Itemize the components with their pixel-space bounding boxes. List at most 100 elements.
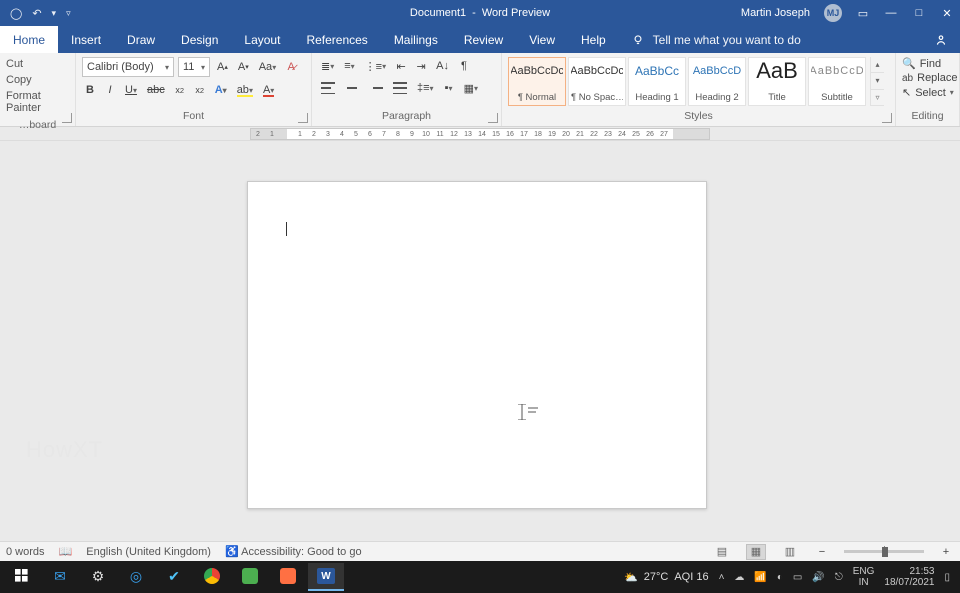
styles-dialog-launcher-icon[interactable]	[882, 113, 892, 123]
style-heading-2[interactable]: AaBbCcDHeading 2	[688, 57, 746, 106]
sort-button[interactable]: A↓	[433, 57, 452, 75]
shading-button[interactable]: ▪▾	[441, 79, 457, 97]
tray-notifications-icon[interactable]: ▯	[944, 572, 950, 583]
tell-me-search[interactable]: Tell me what you want to do	[631, 26, 801, 53]
zoom-slider[interactable]	[844, 550, 924, 553]
tab-design[interactable]: Design	[168, 26, 231, 53]
qat-more-icon[interactable]: ▾	[52, 8, 57, 19]
clear-formatting-button[interactable]: A̷	[283, 58, 299, 76]
find-button[interactable]: 🔍Find	[902, 57, 953, 70]
taskbar-app2-icon[interactable]	[270, 563, 306, 591]
taskbar-app1-icon[interactable]	[232, 563, 268, 591]
horizontal-ruler[interactable]: 2112345678910111213141516171819202122232…	[0, 127, 960, 141]
bullets-button[interactable]: ≣▾	[318, 57, 337, 75]
tray-wifi-icon[interactable]: 📶	[754, 572, 766, 583]
copy-button[interactable]: Copy	[6, 73, 69, 87]
tray-battery-icon[interactable]: ▭	[793, 572, 802, 583]
user-name[interactable]: Martin Joseph	[741, 7, 810, 19]
style--no-spac-[interactable]: AaBbCcDc¶ No Spac…	[568, 57, 626, 106]
maximize-icon[interactable]: □	[912, 7, 926, 19]
bold-button[interactable]: B	[82, 81, 98, 99]
page[interactable]	[247, 181, 707, 509]
start-button[interactable]	[4, 563, 40, 591]
borders-button[interactable]: ▦▾	[461, 79, 481, 97]
tab-references[interactable]: References	[293, 26, 380, 53]
paragraph-dialog-launcher-icon[interactable]	[488, 113, 498, 123]
tab-mailings[interactable]: Mailings	[381, 26, 451, 53]
align-center-button[interactable]	[342, 79, 362, 97]
decrease-indent-button[interactable]: ⇤	[393, 57, 409, 75]
tab-help[interactable]: Help	[568, 26, 619, 53]
style-title[interactable]: AaBTitle	[748, 57, 806, 106]
taskbar-weather[interactable]: ⛅ 27°C AQI 16	[624, 571, 709, 584]
style--normal[interactable]: AaBbCcDc¶ Normal	[508, 57, 566, 106]
tab-review[interactable]: Review	[451, 26, 516, 53]
print-layout-button[interactable]: ▦	[746, 544, 766, 560]
tray-clock[interactable]: 21:5318/07/2021	[884, 566, 934, 589]
strikethrough-button[interactable]: abc	[144, 81, 168, 99]
styles-scroll[interactable]: ▴▾▿	[870, 57, 884, 106]
shrink-font-button[interactable]: A▾	[235, 58, 252, 76]
line-spacing-button[interactable]: ‡≡▾	[414, 79, 437, 97]
taskbar-mail-icon[interactable]: ✉	[42, 563, 78, 591]
taskbar-edge-icon[interactable]: ◎	[118, 563, 154, 591]
select-button[interactable]: ↖Select▾	[902, 86, 953, 99]
tray-language[interactable]: ENGIN	[853, 566, 875, 589]
numbering-button[interactable]: ≡▾	[341, 57, 357, 75]
tab-home[interactable]: Home	[0, 26, 58, 53]
replace-button[interactable]: abReplace	[902, 72, 953, 84]
spellcheck-icon[interactable]: 📖	[59, 545, 73, 558]
show-marks-button[interactable]: ¶	[456, 57, 472, 75]
tray-onedrive-icon[interactable]: ☁	[734, 572, 744, 583]
read-mode-button[interactable]: ▤	[712, 544, 732, 560]
tab-layout[interactable]: Layout	[231, 26, 293, 53]
zoom-out-button[interactable]: −	[814, 543, 830, 561]
taskbar-settings-icon[interactable]: ⚙	[80, 563, 116, 591]
highlight-button[interactable]: ab▾	[234, 81, 256, 99]
close-icon[interactable]: ✕	[940, 7, 954, 20]
text-effects-button[interactable]: A▾	[212, 81, 230, 99]
accessibility-status[interactable]: ♿ Accessibility: Good to go	[225, 545, 362, 558]
undo-icon[interactable]: ↶	[32, 7, 41, 20]
style-heading-1[interactable]: AaBbCcHeading 1	[628, 57, 686, 106]
tray-security-icon[interactable]: ⎋	[835, 572, 843, 583]
tray-app-icon[interactable]: ◐	[777, 572, 783, 583]
superscript-button[interactable]: x2	[192, 81, 208, 99]
minimize-icon[interactable]: —	[884, 7, 898, 19]
italic-button[interactable]: I	[102, 81, 118, 99]
zoom-in-button[interactable]: +	[938, 543, 954, 561]
grow-font-button[interactable]: A▴	[214, 58, 231, 76]
share-icon[interactable]	[934, 26, 960, 53]
autosave-icon[interactable]: ◯	[10, 7, 22, 20]
language-status[interactable]: English (United Kingdom)	[86, 546, 211, 558]
font-color-button[interactable]: A▾	[260, 81, 277, 99]
avatar[interactable]: MJ	[824, 4, 842, 22]
align-left-button[interactable]	[318, 79, 338, 97]
taskbar-chrome-icon[interactable]	[194, 563, 230, 591]
tray-volume-icon[interactable]: 🔊	[812, 572, 824, 583]
document-canvas[interactable]: HowXT	[0, 141, 960, 559]
cut-button[interactable]: Cut	[6, 57, 69, 71]
align-right-button[interactable]	[366, 79, 386, 97]
subscript-button[interactable]: x2	[172, 81, 188, 99]
increase-indent-button[interactable]: ⇥	[413, 57, 429, 75]
font-dialog-launcher-icon[interactable]	[298, 113, 308, 123]
clipboard-dialog-launcher-icon[interactable]	[62, 113, 72, 123]
justify-button[interactable]	[390, 79, 410, 97]
web-layout-button[interactable]: ▥	[780, 544, 800, 560]
tray-expand-icon[interactable]: ˄	[719, 572, 725, 583]
change-case-button[interactable]: Aa▾	[256, 58, 279, 76]
tab-insert[interactable]: Insert	[58, 26, 114, 53]
word-count[interactable]: 0 words	[6, 546, 45, 558]
tab-draw[interactable]: Draw	[114, 26, 168, 53]
tab-view[interactable]: View	[516, 26, 568, 53]
style-subtitle[interactable]: AaBbCcDSubtitle	[808, 57, 866, 106]
qat-overflow-icon[interactable]: ▿	[66, 8, 71, 19]
format-painter-button[interactable]: Format Painter	[6, 89, 69, 115]
taskbar-word-icon[interactable]: W	[308, 563, 344, 591]
underline-button[interactable]: U▾	[122, 81, 140, 99]
ribbon-display-icon[interactable]: ▭	[856, 7, 870, 20]
multilevel-list-button[interactable]: ⋮≡▾	[362, 57, 389, 75]
font-name-combo[interactable]: Calibri (Body)▾	[82, 57, 174, 77]
font-size-combo[interactable]: 11▾	[178, 57, 210, 77]
